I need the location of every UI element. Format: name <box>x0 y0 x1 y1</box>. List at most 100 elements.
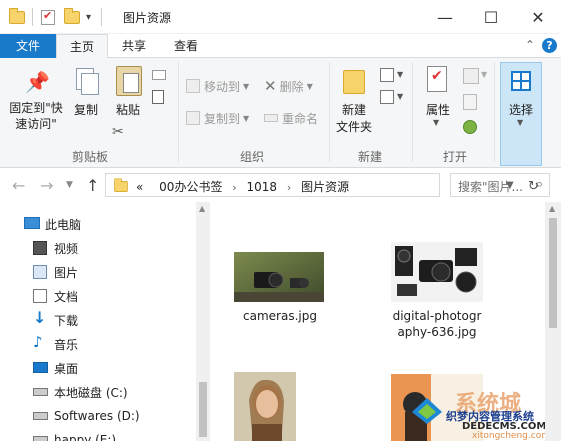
tab-view[interactable]: 查看 <box>160 34 212 58</box>
forward-arrow-icon[interactable]: → <box>40 176 53 195</box>
quick-access-dropdown[interactable]: ▾ <box>86 8 91 26</box>
open-icon[interactable] <box>463 68 479 84</box>
chevron-down-icon: ▼ <box>517 118 524 127</box>
video-icon <box>33 241 47 255</box>
chevron-down-icon: ▼ <box>243 81 250 91</box>
documents-icon <box>33 289 47 303</box>
pin-label-1: 固定到"快 <box>9 101 63 115</box>
scrollbar-thumb[interactable] <box>199 382 207 437</box>
music-icon: ♪ <box>33 333 43 351</box>
properties-quick-icon[interactable] <box>41 8 55 26</box>
file-name: digital-photogr <box>392 309 482 323</box>
help-icon[interactable]: ? <box>542 38 557 53</box>
nav-item-label: 视频 <box>54 241 79 256</box>
ribbon: 📌 固定到"快 速访问" 复制 粘贴 ✂ 剪贴板 移动到 ▼ 复制到 ▼ ✕ 删除 ▼… <box>0 58 561 168</box>
watermark-text: xitongcheng.com <box>472 431 550 441</box>
computer-icon <box>24 217 40 229</box>
drive-icon <box>33 436 48 441</box>
breadcrumb-item[interactable]: 图片资源 <box>301 180 349 194</box>
nav-item-label: happy (E:) <box>54 433 117 441</box>
nav-item-label: 图片 <box>54 265 79 280</box>
close-button[interactable]: ✕ <box>515 0 561 34</box>
group-label-organize: 组织 <box>239 150 264 164</box>
move-to-icon <box>186 79 200 93</box>
divider <box>329 62 330 162</box>
breadcrumb: « 00办公书签 › 1018 › 图片资源 <box>136 178 349 195</box>
nav-item-drive-e[interactable]: happy (E:) <box>0 428 195 441</box>
file-name: aphy-636.jpg <box>397 325 477 339</box>
chevron-down-icon[interactable]: ▼ <box>481 70 487 79</box>
copy-icon-back <box>81 73 99 95</box>
breadcrumb-item[interactable]: 1018 <box>247 180 278 194</box>
chevron-down-icon: ▼ <box>433 118 440 127</box>
navigation-bar: ← → ▼ ↑ « 00办公书签 › 1018 › 图片资源 ▼ ↻ 搜索"图片… <box>0 168 561 202</box>
copy-to-label: 复制到 <box>204 111 241 126</box>
rename-label: 重命名 <box>282 111 319 126</box>
group-label-new: 新建 <box>357 150 382 164</box>
delete-button[interactable]: ✕ 删除 ▼ <box>264 76 313 96</box>
scroll-up-icon[interactable]: ▲ <box>199 204 205 213</box>
new-folder-quick-icon[interactable] <box>64 7 80 26</box>
search-placeholder: 搜索"图片... <box>458 180 523 194</box>
cut-icon[interactable]: ✂ <box>112 124 124 140</box>
minimize-button[interactable]: — <box>422 0 468 34</box>
divider <box>412 62 413 162</box>
rename-icon <box>264 114 278 122</box>
nav-item-label: 桌面 <box>54 361 79 376</box>
title-bar: ▾ 图片资源 — ☐ ✕ <box>0 0 561 34</box>
file-thumbnail-portrait <box>234 372 296 441</box>
edit-icon[interactable] <box>463 94 477 110</box>
window-title: 图片资源 <box>123 11 172 25</box>
address-bar[interactable]: « 00办公书签 › 1018 › 图片资源 ▼ ↻ <box>105 173 539 197</box>
chevron-down-icon[interactable]: ▼ <box>397 70 403 79</box>
tab-file[interactable]: 文件 <box>0 34 56 58</box>
properties-icon <box>427 66 447 92</box>
search-icon: ⌕ <box>535 177 543 192</box>
site-watermark: 系统城 织梦内容管理系统 DEDECMS.COM xitongcheng.com <box>410 388 558 441</box>
tab-home[interactable]: 主页 <box>56 34 108 59</box>
chevron-right-icon: › <box>232 181 237 194</box>
nav-item-drive-c[interactable]: 本地磁盘 (C:) <box>0 380 195 404</box>
rename-button[interactable]: 重命名 <box>264 108 318 128</box>
back-arrow-icon[interactable]: ← <box>12 176 25 195</box>
nav-item-desktop[interactable]: 桌面 <box>0 356 195 380</box>
nav-item-videos[interactable]: 视频 <box>0 236 195 260</box>
nav-item-label: 本地磁盘 (C:) <box>54 385 128 400</box>
history-icon[interactable] <box>463 120 477 134</box>
breadcrumb-overflow[interactable]: « <box>136 180 143 194</box>
search-input[interactable]: 搜索"图片... ⌕ <box>450 173 550 197</box>
copy-path-icon[interactable] <box>152 70 166 80</box>
pin-icon: 📌 <box>25 70 50 94</box>
nav-pane-scrollbar[interactable]: ▲ <box>196 202 210 441</box>
tab-share[interactable]: 共享 <box>108 34 160 58</box>
move-to-button[interactable]: 移动到 ▼ <box>186 76 249 96</box>
scroll-up-icon[interactable]: ▲ <box>549 204 555 213</box>
copy-to-icon <box>186 111 200 125</box>
nav-item-drive-d[interactable]: Softwares (D:) <box>0 404 195 428</box>
nav-item-this-pc[interactable]: 此电脑 <box>0 212 195 236</box>
maximize-button[interactable]: ☐ <box>468 0 514 34</box>
copy-to-button[interactable]: 复制到 ▼ <box>186 108 249 128</box>
paste-shortcut-icon[interactable] <box>152 90 164 104</box>
nav-item-downloads[interactable]: ↓ 下载 <box>0 308 195 332</box>
paste-label: 粘贴 <box>115 103 140 117</box>
select-label: 选择 <box>508 103 533 117</box>
breadcrumb-item[interactable]: 00办公书签 <box>159 180 222 194</box>
nav-item-music[interactable]: ♪ 音乐 <box>0 332 195 356</box>
scrollbar-thumb[interactable] <box>549 218 557 328</box>
easy-access-icon[interactable] <box>380 90 394 104</box>
nav-item-label: 文档 <box>54 289 79 304</box>
up-arrow-icon[interactable]: ↑ <box>86 176 99 195</box>
content-scrollbar[interactable]: ▲ <box>545 202 561 441</box>
divider <box>178 62 179 162</box>
nav-item-label: 音乐 <box>54 337 79 352</box>
nav-item-documents[interactable]: 文档 <box>0 284 195 308</box>
watermark-logo-icon <box>412 398 442 424</box>
collapse-ribbon-icon[interactable]: ⌃ <box>525 38 535 52</box>
chevron-down-icon[interactable]: ▼ <box>397 92 403 101</box>
recent-locations-icon[interactable]: ▼ <box>66 180 73 190</box>
drive-icon <box>33 412 48 420</box>
nav-item-pictures[interactable]: 图片 <box>0 260 195 284</box>
delete-label: 删除 <box>279 79 304 94</box>
new-item-icon[interactable] <box>380 68 394 82</box>
